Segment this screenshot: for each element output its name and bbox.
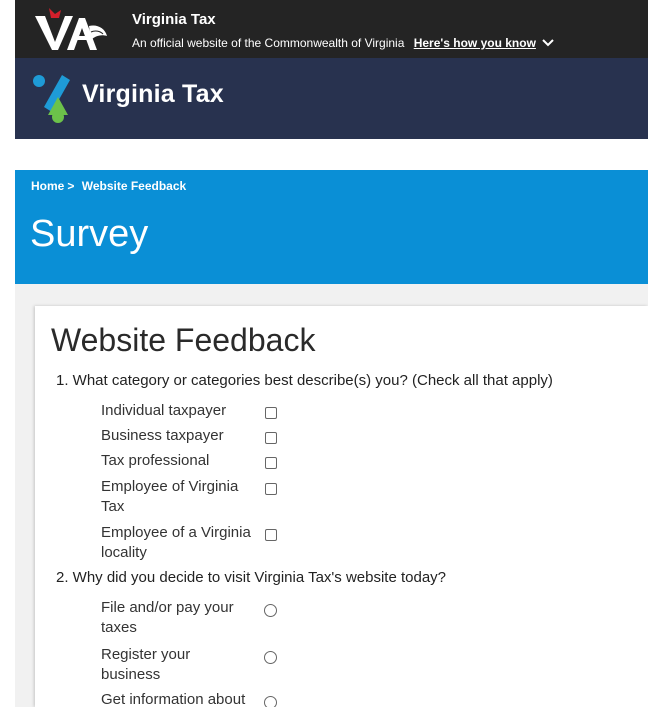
option-individual-taxpayer: Individual taxpayer bbox=[101, 402, 227, 419]
site-logo-text[interactable]: Virginia Tax bbox=[82, 80, 224, 109]
option-tax-professional: Tax professional bbox=[101, 452, 210, 469]
radio-get-information[interactable] bbox=[264, 696, 277, 707]
checkbox-business-taxpayer[interactable] bbox=[265, 432, 277, 444]
checkbox-employee-of-virginia-locality[interactable] bbox=[265, 529, 277, 541]
question-1-label: 1. What category or categories best desc… bbox=[56, 372, 553, 389]
site-header: Virginia Tax bbox=[15, 58, 648, 139]
option-business-taxpayer: Business taxpayer bbox=[101, 427, 224, 444]
heres-how-you-know-link[interactable]: Here's how you know bbox=[414, 36, 536, 50]
option-file-pay-taxes: File and/or pay your taxes bbox=[101, 599, 234, 636]
option-get-information: Get information about bbox=[101, 691, 246, 707]
banner-title: Virginia Tax bbox=[132, 11, 216, 28]
page-hero: Home > Website Feedback Survey bbox=[15, 170, 648, 284]
breadcrumb: Home > Website Feedback bbox=[31, 179, 186, 193]
banner-subtitle-text: An official website of the Commonwealth … bbox=[132, 36, 405, 50]
survey-form-card: Website Feedback 1. What category or cat… bbox=[35, 306, 648, 707]
breadcrumb-home-link[interactable]: Home bbox=[31, 179, 64, 193]
form-title: Website Feedback bbox=[51, 322, 316, 358]
virginia-seal-icon bbox=[35, 8, 107, 50]
option-employee-of-virginia-tax: Employee of Virginia Tax bbox=[101, 478, 239, 515]
radio-register-business[interactable] bbox=[264, 651, 277, 664]
virginia-tax-logo-icon[interactable] bbox=[30, 71, 82, 125]
option-employee-of-virginia-locality: Employee of a Virginia locality bbox=[101, 524, 251, 561]
checkbox-individual-taxpayer[interactable] bbox=[265, 407, 277, 419]
radio-file-pay-taxes[interactable] bbox=[264, 604, 277, 617]
breadcrumb-current[interactable]: Website Feedback bbox=[82, 179, 186, 193]
official-site-banner: Virginia Tax An official website of the … bbox=[15, 0, 648, 58]
page-title: Survey bbox=[30, 213, 149, 255]
question-2-label: 2. Why did you decide to visit Virginia … bbox=[56, 569, 447, 586]
banner-subtitle: An official website of the Commonwealth … bbox=[132, 36, 554, 50]
chevron-down-icon[interactable] bbox=[542, 38, 554, 48]
breadcrumb-separator: > bbox=[67, 179, 75, 193]
checkbox-tax-professional[interactable] bbox=[265, 457, 277, 469]
checkbox-employee-of-virginia-tax[interactable] bbox=[265, 483, 277, 495]
option-register-business: Register your business bbox=[101, 646, 191, 683]
